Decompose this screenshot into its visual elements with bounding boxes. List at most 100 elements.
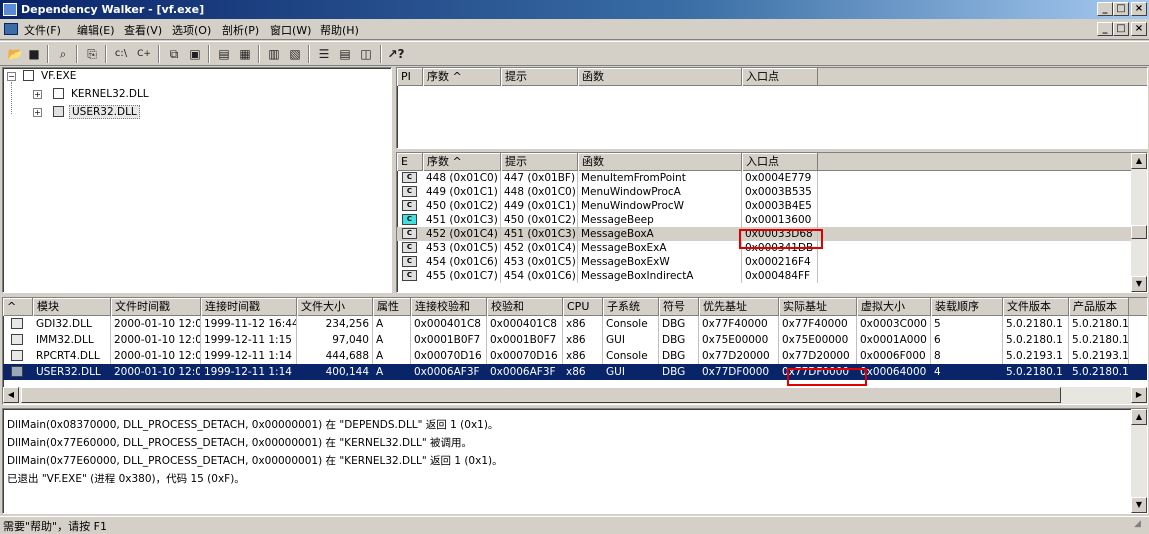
export-row[interactable]: C 450 (0x01C2) 449 (0x01C1) MenuWindowProcW… [397,199,1131,213]
col-pi[interactable]: PI [397,68,423,86]
module-row[interactable]: RPCRT4.DLL 2000-01-10 12:00 1999-12-11 1:1… [3,348,1147,364]
module-col-header[interactable]: 装载顺序 [931,298,1003,316]
module-col-header[interactable]: 文件时间戳 [111,298,201,316]
export-pane[interactable]: E 序数 ^ 提示 函数 入口点 C 448 (0x01C0) 447 (0x01B… [396,152,1148,293]
split-icon[interactable]: ▤ [336,45,354,63]
export-row[interactable]: C 454 (0x01C6) 453 (0x01C5) MessageBoxExW 0x… [397,255,1131,269]
module-col-header[interactable]: 文件版本 [1003,298,1069,316]
menu-edit[interactable]: 编辑(E) [77,22,115,38]
menu-view[interactable]: 查看(V) [124,22,162,38]
c-function-icon: C [402,214,417,225]
highlight-box-base [787,368,867,386]
module-col-header[interactable]: 符号 [659,298,699,316]
module-col-header[interactable]: 优先基址 [699,298,779,316]
module-col-header[interactable]: 文件大小 [297,298,373,316]
module-cell: 2000-01-10 12:00 [111,364,201,380]
col-function[interactable]: 函数 [578,68,742,86]
col-e[interactable]: E [397,153,423,171]
module-col-header[interactable]: 虚拟大小 [857,298,931,316]
module-cell: RPCRT4.DLL [33,348,111,364]
module-col-header[interactable]: 连接校验和 [411,298,487,316]
mdi-close-button[interactable]: × [1131,22,1147,36]
menu-options[interactable]: 选项(O) [172,22,211,38]
col-hint[interactable]: 提示 [501,153,578,171]
expand-icon[interactable]: ⧉ [165,45,183,63]
module-col-header[interactable]: 子系统 [603,298,659,316]
module-col-header[interactable]: 连接时间戳 [201,298,297,316]
app-icon [3,3,17,16]
hscroll-thumb[interactable] [21,387,1061,403]
log-pane[interactable]: DllMain(0x08370000, DLL_PROCESS_DETACH, … [2,408,1148,514]
minimize-button[interactable]: _ [1097,2,1113,16]
module-row[interactable]: GDI32.DLL 2000-01-10 12:00 1999-11-12 16:4… [3,316,1147,332]
col-ordinal[interactable]: 序数 ^ [423,153,501,171]
module-col-header[interactable]: ^ [3,298,33,316]
status-bar: 需要"帮助"，请按 F1 ◢ [0,516,1149,533]
export-row[interactable]: C 449 (0x01C1) 448 (0x01C0) MenuWindowProcA… [397,185,1131,199]
layout-icon[interactable]: ◫ [357,45,375,63]
collapse-icon[interactable]: ☰ [315,45,333,63]
maximize-button[interactable]: □ [1113,2,1129,16]
export-row[interactable]: C 455 (0x01C7) 454 (0x01C6) MessageBoxIndir… [397,269,1131,283]
col-function[interactable]: 函数 [578,153,742,171]
export-scrollbar[interactable]: ▲ ▼ [1131,153,1147,292]
module-row[interactable]: USER32.DLL 2000-01-10 12:00 1999-12-11 1:1… [3,364,1147,380]
menu-help[interactable]: 帮助(H) [320,22,359,38]
export-row[interactable]: C 451 (0x01C3) 450 (0x01C2) MessageBeep 0x00… [397,213,1131,227]
scroll-left-icon[interactable]: ◀ [3,387,19,403]
col-hint[interactable]: 提示 [501,68,578,86]
help-icon[interactable]: ↗? [387,45,405,63]
module-col-header[interactable]: 产品版本 [1069,298,1129,316]
full-paths-icon[interactable]: c:\ [112,45,130,63]
c-function-icon: C [402,270,417,281]
col-entry[interactable]: 入口点 [742,68,818,86]
close-button[interactable]: × [1131,2,1147,16]
open-icon[interactable]: 📂 [6,45,24,63]
collapse-node-icon[interactable]: − [7,72,16,81]
undecorate-icon[interactable]: C+ [135,45,153,63]
scroll-thumb[interactable] [1131,225,1147,239]
mdi-restore-button[interactable]: □ [1113,22,1129,36]
copy-icon[interactable]: ⎘ [83,45,101,63]
module-hscrollbar[interactable]: ◀ ▶ [3,387,1147,404]
highlight-icon[interactable]: ▧ [286,45,304,63]
module-col-header[interactable]: 实际基址 [779,298,857,316]
menu-file[interactable]: 文件(F) [24,22,61,38]
menu-profile[interactable]: 剖析(P) [222,22,259,38]
document-icon[interactable] [4,23,18,35]
module-list-icon[interactable]: ▥ [265,45,283,63]
export-cell-ordinal: 449 (0x01C1) [423,185,501,199]
export-row[interactable]: C 448 (0x01C0) 447 (0x01BF) MenuItemFromPoi… [397,171,1131,185]
parent-import-pane[interactable]: PI 序数 ^ 提示 函数 入口点 [396,67,1148,149]
system-info-icon[interactable]: ▤ [215,45,233,63]
module-tree[interactable]: − VF.EXE + KERNEL32.DLL + USER32.DLL [2,67,392,293]
scroll-up-icon[interactable]: ▲ [1131,153,1147,169]
mdi-minimize-button[interactable]: _ [1097,22,1113,36]
configure-icon[interactable]: ▦ [236,45,254,63]
find-icon[interactable]: ⌕ [54,45,72,63]
save-icon[interactable]: ■ [25,45,43,63]
module-col-header[interactable]: 属性 [373,298,411,316]
expand-node-icon[interactable]: + [33,108,42,117]
tree-item-user32[interactable]: USER32.DLL [69,105,140,119]
module-row[interactable]: IMM32.DLL 2000-01-10 12:00 1999-12-11 1:15… [3,332,1147,348]
resize-grip-icon[interactable]: ◢ [1134,519,1141,529]
properties-icon[interactable]: ▣ [186,45,204,63]
scroll-down-icon[interactable]: ▼ [1131,497,1147,513]
module-list[interactable]: ^ 模块 文件时间戳 连接时间戳 文件大小 属性 连接校验和 校验和 CPU 子系统 符号 优先基址实… [2,297,1148,405]
module-col-header[interactable]: 校验和 [487,298,563,316]
col-ordinal[interactable]: 序数 ^ [423,68,501,86]
col-entry[interactable]: 入口点 [742,153,818,171]
module-cell: A [373,348,411,364]
log-scrollbar[interactable]: ▲ ▼ [1131,409,1147,513]
tree-root[interactable]: VF.EXE [41,70,76,82]
module-cell: 0x0003C000 [857,316,931,332]
tree-item-kernel32[interactable]: KERNEL32.DLL [71,88,149,100]
scroll-up-icon[interactable]: ▲ [1131,409,1147,425]
menu-window[interactable]: 窗口(W) [270,22,311,38]
module-col-header[interactable]: CPU [563,298,603,316]
scroll-down-icon[interactable]: ▼ [1131,276,1147,292]
scroll-right-icon[interactable]: ▶ [1131,387,1147,403]
expand-node-icon[interactable]: + [33,90,42,99]
module-col-header[interactable]: 模块 [33,298,111,316]
